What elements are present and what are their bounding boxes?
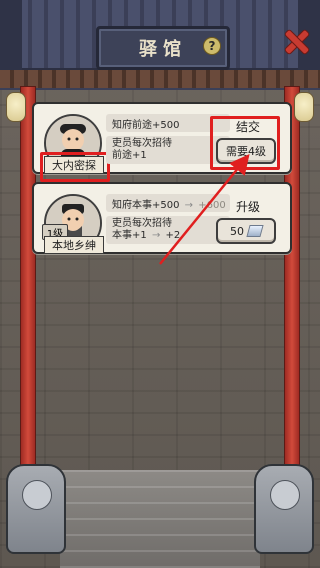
officer-card-2: 1级 本地乡绅 知府本事+500 → +600 吏员每次招待 本事+1 → +2… <box>32 182 292 254</box>
scene: 驿馆 ? 大内密探 知府前途+500 吏员每次招待 前途+1 结交 需要4级 1… <box>0 0 320 568</box>
name-highlight-frame <box>40 152 110 182</box>
close-icon[interactable] <box>282 28 310 56</box>
page-title: 驿馆 <box>139 39 187 60</box>
silver-icon <box>246 225 264 237</box>
arrow-icon: → <box>184 199 194 211</box>
officer-name-2: 本地乡绅 <box>44 236 104 254</box>
upgrade-button[interactable]: 50 <box>216 218 276 244</box>
title-board: 驿馆 ? <box>96 26 230 70</box>
stat-text-1: 知府前途+500 <box>112 119 180 131</box>
stat-line-3: 知府本事+500 → +600 <box>106 194 230 212</box>
roof-edge-left <box>0 0 22 80</box>
help-icon[interactable]: ? <box>203 37 221 55</box>
arrow-icon: → <box>151 230 161 241</box>
officer-card-1: 大内密探 知府前途+500 吏员每次招待 前途+1 结交 需要4级 <box>32 102 292 182</box>
stat-text-2a: 吏员每次招待 <box>112 138 172 149</box>
upgrade-label: 升级 <box>235 200 260 214</box>
stat-line-4: 吏员每次招待 本事+1 → +2 <box>106 216 230 244</box>
action-highlight-frame <box>210 116 280 170</box>
stone-lion-left <box>6 464 66 554</box>
stone-stairs <box>60 470 260 568</box>
left-lantern <box>6 92 26 122</box>
stat-text-4b: 本事+1 → +2 <box>112 230 181 241</box>
roof-eave <box>0 70 320 88</box>
stat-text-4a: 吏员每次招待 <box>112 218 172 229</box>
stone-lion-right <box>254 464 314 554</box>
stat-text-3: 知府本事+500 → +600 <box>112 199 226 211</box>
upgrade-cost: 50 <box>230 224 244 238</box>
stat-text-2b: 前途+1 <box>112 150 147 161</box>
right-lantern <box>294 92 314 122</box>
